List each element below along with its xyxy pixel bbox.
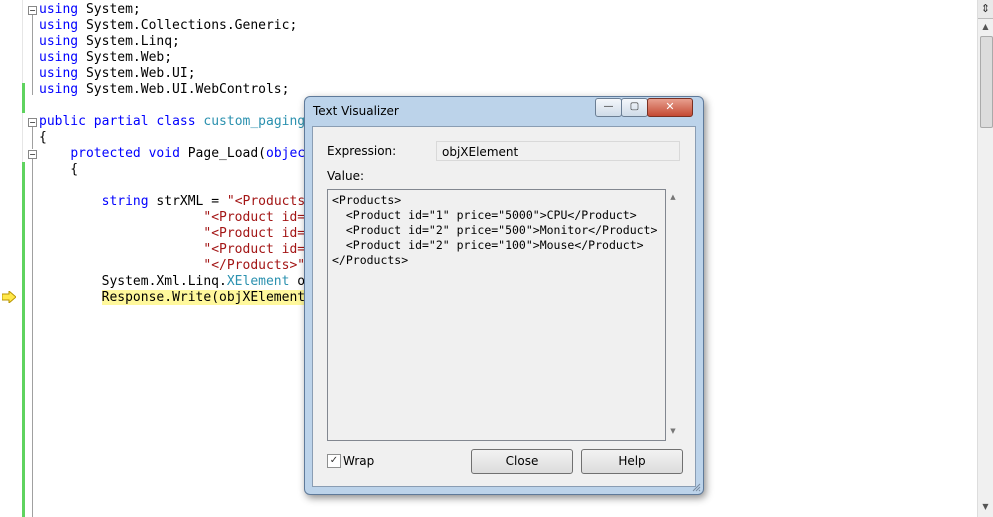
- code-token: Page_Load(: [179, 146, 266, 161]
- code-line[interactable]: using System.Web.UI;: [39, 66, 196, 82]
- code-line[interactable]: using System;: [39, 2, 141, 18]
- code-line[interactable]: "</Products>";: [39, 258, 313, 274]
- vertical-scrollbar[interactable]: ⇕ ▲ ▼: [977, 0, 993, 517]
- code-line[interactable]: {: [39, 130, 47, 146]
- code-token: class: [156, 114, 196, 129]
- changed-lines-marker: [22, 83, 25, 113]
- code-token: Response.Write(objXElement);: [101, 290, 321, 305]
- resize-grip-icon[interactable]: [691, 482, 701, 492]
- code-token: using: [39, 66, 79, 81]
- code-token: using: [39, 82, 79, 97]
- text-visualizer-dialog: Text Visualizer — ▢ ✕ Expression: objXEl…: [304, 96, 704, 495]
- code-token: using: [39, 34, 79, 49]
- minimize-button[interactable]: —: [595, 98, 622, 117]
- code-token: using: [39, 18, 79, 33]
- close-button[interactable]: Close: [471, 449, 573, 474]
- code-token: XElement: [226, 274, 290, 289]
- scroll-down-icon[interactable]: ▼: [667, 425, 679, 437]
- value-textarea[interactable]: <Products> <Product id="1" price="5000">…: [327, 189, 666, 441]
- code-token: protected: [70, 146, 141, 161]
- dialog-title: Text Visualizer: [313, 104, 399, 118]
- code-line[interactable]: using System.Web.UI.WebControls;: [39, 82, 289, 98]
- code-token: System.Xml.Linq.: [39, 274, 227, 289]
- code-token: "</Products>": [203, 258, 306, 273]
- code-token: using: [39, 2, 79, 17]
- code-token: "<Product id=": [203, 226, 313, 241]
- scroll-thumb[interactable]: [980, 36, 993, 128]
- code-token: System.Web.UI.WebControls;: [78, 82, 290, 97]
- check-icon: ✓: [329, 455, 339, 466]
- expression-field[interactable]: objXElement: [436, 141, 680, 161]
- code-token: System.Web.UI;: [78, 66, 196, 81]
- value-label: Value:: [327, 169, 364, 183]
- close-window-button[interactable]: ✕: [647, 98, 693, 117]
- wrap-checkbox[interactable]: ✓: [327, 454, 341, 468]
- outline-line: [32, 159, 33, 517]
- code-token: System.Web;: [78, 50, 173, 65]
- expression-label: Expression:: [327, 144, 397, 158]
- code-line[interactable]: "<Product id=": [39, 242, 313, 258]
- code-token: public: [39, 114, 86, 129]
- split-handle-icon[interactable]: ⇕: [978, 0, 993, 19]
- code-line[interactable]: public partial class custom_paging : S: [39, 114, 336, 130]
- code-token: System;: [78, 2, 141, 17]
- current-statement-arrow-icon: [2, 291, 16, 303]
- code-token: custom_paging: [203, 114, 306, 129]
- code-line[interactable]: protected void Page_Load(object se: [39, 146, 336, 162]
- code-line[interactable]: string strXML = "<Products>" +: [39, 194, 337, 210]
- code-line[interactable]: "<Product id=": [39, 226, 313, 242]
- collapse-icon[interactable]: −: [28, 150, 37, 159]
- code-line[interactable]: using System.Linq;: [39, 34, 180, 50]
- maximize-button[interactable]: ▢: [621, 98, 648, 117]
- code-token: System.Collections.Generic;: [78, 18, 298, 33]
- collapse-icon[interactable]: −: [28, 6, 37, 15]
- code-line[interactable]: using System.Web;: [39, 50, 172, 66]
- code-token: using: [39, 50, 79, 65]
- scroll-down-icon[interactable]: ▼: [978, 500, 993, 514]
- value-scrollbar[interactable]: ▲ ▼: [667, 189, 679, 441]
- outline-line: [32, 127, 33, 149]
- code-token: "<Product id=": [203, 242, 313, 257]
- help-button[interactable]: Help: [581, 449, 683, 474]
- code-token: partial: [93, 114, 149, 129]
- scroll-up-icon[interactable]: ▲: [978, 20, 993, 34]
- code-line[interactable]: System.Xml.Linq.XElement objXE: [39, 274, 337, 290]
- wrap-label[interactable]: Wrap: [343, 454, 374, 468]
- code-token: void: [148, 146, 180, 161]
- dialog-body: Expression: objXElement Value: <Products…: [312, 126, 696, 487]
- code-token: strXML =: [148, 194, 227, 209]
- code-line[interactable]: "<Product id=": [39, 210, 313, 226]
- collapse-icon[interactable]: −: [28, 118, 37, 127]
- code-token: string: [101, 194, 149, 209]
- outline-line: [32, 15, 33, 95]
- code-token: "<Product id=": [203, 210, 313, 225]
- code-token: {: [39, 162, 79, 177]
- code-line[interactable]: using System.Collections.Generic;: [39, 18, 297, 34]
- code-line[interactable]: Response.Write(objXElement);: [39, 290, 321, 306]
- code-token: System.Linq;: [78, 34, 180, 49]
- code-line[interactable]: {: [39, 162, 78, 178]
- changed-lines-marker: [22, 162, 25, 517]
- code-token: {: [39, 130, 47, 145]
- scroll-up-icon[interactable]: ▲: [667, 191, 679, 203]
